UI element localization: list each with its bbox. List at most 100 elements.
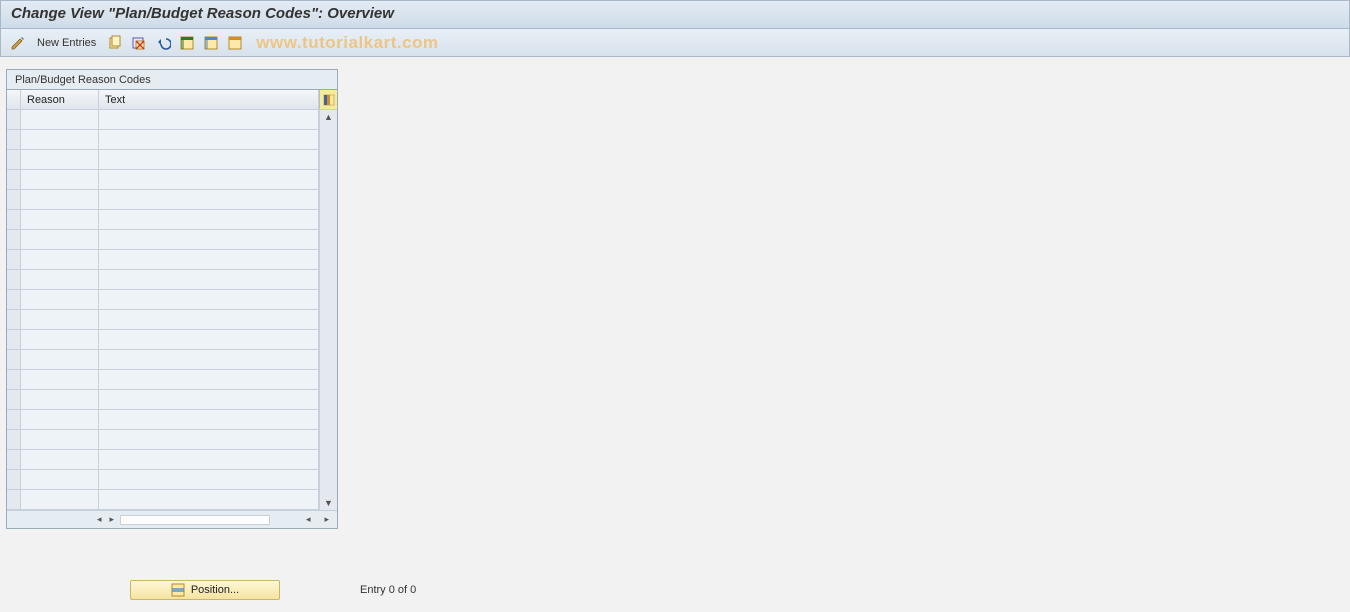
scroll-left-start-icon[interactable]: ◂: [95, 514, 104, 525]
cell-text[interactable]: [99, 170, 319, 189]
cell-text[interactable]: [99, 430, 319, 449]
cell-reason[interactable]: [21, 310, 99, 329]
cell-text[interactable]: [99, 490, 319, 509]
cell-text[interactable]: [99, 470, 319, 489]
cell-reason[interactable]: [21, 490, 99, 509]
reason-input[interactable]: [25, 150, 98, 169]
row-selector[interactable]: [7, 150, 21, 169]
row-selector[interactable]: [7, 270, 21, 289]
reason-input[interactable]: [25, 490, 98, 509]
cell-text[interactable]: [99, 190, 319, 209]
scroll-right-end-icon[interactable]: ▸: [322, 514, 331, 525]
row-selector[interactable]: [7, 350, 21, 369]
row-selector[interactable]: [7, 250, 21, 269]
text-input[interactable]: [103, 110, 318, 129]
reason-input[interactable]: [25, 230, 98, 249]
cell-text[interactable]: [99, 390, 319, 409]
reason-input[interactable]: [25, 270, 98, 289]
cell-reason[interactable]: [21, 410, 99, 429]
text-input[interactable]: [103, 430, 318, 449]
cell-reason[interactable]: [21, 450, 99, 469]
row-selector[interactable]: [7, 130, 21, 149]
reason-input[interactable]: [25, 310, 98, 329]
new-entries-button[interactable]: New Entries: [33, 33, 100, 53]
row-selector[interactable]: [7, 450, 21, 469]
cell-reason[interactable]: [21, 370, 99, 389]
text-input[interactable]: [103, 310, 318, 329]
row-selector[interactable]: [7, 230, 21, 249]
text-input[interactable]: [103, 130, 318, 149]
cell-text[interactable]: [99, 310, 319, 329]
select-all-column[interactable]: [7, 90, 21, 109]
cell-text[interactable]: [99, 130, 319, 149]
delete-button[interactable]: [130, 33, 148, 53]
cell-text[interactable]: [99, 290, 319, 309]
cell-text[interactable]: [99, 370, 319, 389]
cell-reason[interactable]: [21, 430, 99, 449]
text-input[interactable]: [103, 470, 318, 489]
reason-input[interactable]: [25, 430, 98, 449]
cell-text[interactable]: [99, 410, 319, 429]
reason-input[interactable]: [25, 130, 98, 149]
cell-text[interactable]: [99, 230, 319, 249]
row-selector[interactable]: [7, 490, 21, 509]
cell-text[interactable]: [99, 150, 319, 169]
row-selector[interactable]: [7, 430, 21, 449]
row-selector[interactable]: [7, 390, 21, 409]
text-input[interactable]: [103, 370, 318, 389]
reason-input[interactable]: [25, 190, 98, 209]
cell-reason[interactable]: [21, 470, 99, 489]
cell-reason[interactable]: [21, 210, 99, 229]
reason-input[interactable]: [25, 410, 98, 429]
text-input[interactable]: [103, 330, 318, 349]
row-selector[interactable]: [7, 170, 21, 189]
select-block-button[interactable]: [202, 33, 220, 53]
hscroll-track[interactable]: [120, 515, 270, 525]
cell-reason[interactable]: [21, 190, 99, 209]
text-input[interactable]: [103, 410, 318, 429]
position-button[interactable]: Position...: [130, 580, 280, 600]
scroll-down-icon[interactable]: ▼: [324, 498, 333, 508]
cell-reason[interactable]: [21, 390, 99, 409]
reason-input[interactable]: [25, 450, 98, 469]
text-input[interactable]: [103, 210, 318, 229]
row-selector[interactable]: [7, 290, 21, 309]
cell-reason[interactable]: [21, 170, 99, 189]
reason-input[interactable]: [25, 250, 98, 269]
row-selector[interactable]: [7, 310, 21, 329]
reason-input[interactable]: [25, 350, 98, 369]
text-input[interactable]: [103, 490, 318, 509]
text-input[interactable]: [103, 150, 318, 169]
select-all-button[interactable]: [178, 33, 196, 53]
cell-reason[interactable]: [21, 150, 99, 169]
scroll-up-icon[interactable]: ▲: [324, 112, 333, 122]
reason-input[interactable]: [25, 470, 98, 489]
text-input[interactable]: [103, 170, 318, 189]
vertical-scrollbar[interactable]: ▲ ▼: [319, 110, 337, 510]
column-header-text[interactable]: Text: [99, 90, 319, 109]
undo-button[interactable]: [154, 33, 172, 53]
toggle-change-button[interactable]: [9, 33, 27, 53]
row-selector[interactable]: [7, 370, 21, 389]
reason-input[interactable]: [25, 330, 98, 349]
cell-reason[interactable]: [21, 350, 99, 369]
scroll-right-icon[interactable]: ◂: [304, 514, 313, 525]
row-selector[interactable]: [7, 110, 21, 129]
text-input[interactable]: [103, 190, 318, 209]
row-selector[interactable]: [7, 210, 21, 229]
row-selector[interactable]: [7, 330, 21, 349]
reason-input[interactable]: [25, 170, 98, 189]
cell-reason[interactable]: [21, 330, 99, 349]
row-selector[interactable]: [7, 410, 21, 429]
horizontal-scrollbar[interactable]: ◂ ▸ ◂ ▸: [7, 510, 337, 528]
row-selector[interactable]: [7, 470, 21, 489]
cell-reason[interactable]: [21, 110, 99, 129]
cell-reason[interactable]: [21, 250, 99, 269]
text-input[interactable]: [103, 350, 318, 369]
cell-text[interactable]: [99, 350, 319, 369]
text-input[interactable]: [103, 230, 318, 249]
reason-input[interactable]: [25, 210, 98, 229]
text-input[interactable]: [103, 290, 318, 309]
cell-text[interactable]: [99, 250, 319, 269]
copy-as-button[interactable]: [106, 33, 124, 53]
